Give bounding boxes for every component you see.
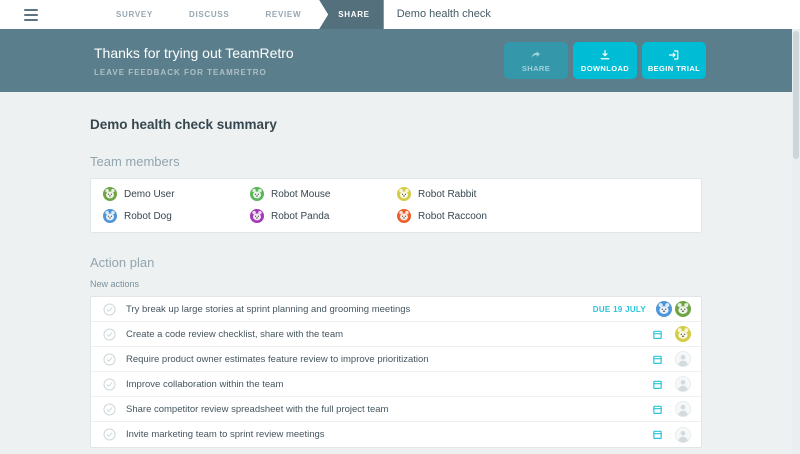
page-title: Demo health check	[397, 0, 491, 29]
action-plan-heading: Action plan	[90, 255, 702, 270]
demo-user-avatar-icon	[675, 301, 691, 317]
action-text: Try break up large stories at sprint pla…	[126, 304, 593, 315]
calendar-icon[interactable]	[652, 354, 663, 365]
action-text: Improve collaboration within the team	[126, 379, 652, 390]
robot-rabbit-avatar-icon	[675, 326, 691, 342]
team-member: Robot Raccoon	[397, 209, 544, 223]
nav-tabs: SURVEY DISCUSS REVIEW SHARE	[98, 0, 384, 29]
robot-dog-avatar-icon	[103, 209, 117, 223]
tab-review[interactable]: REVIEW	[247, 0, 319, 29]
action-assignees	[672, 351, 691, 367]
member-name: Demo User	[124, 189, 175, 200]
begin-trial-button-label: BEGIN TRIAL	[648, 64, 700, 73]
action-row[interactable]: Share competitor review spreadsheet with…	[91, 397, 701, 422]
tab-discuss[interactable]: DISCUSS	[171, 0, 247, 29]
unassigned-avatar-icon[interactable]	[675, 427, 691, 443]
calendar-icon[interactable]	[652, 429, 663, 440]
action-assignees	[672, 376, 691, 392]
demo-user-avatar-icon	[103, 187, 117, 201]
download-button-label: DOWNLOAD	[581, 64, 629, 73]
share-button-label: SHARE	[522, 64, 550, 73]
team-member: Demo User	[103, 187, 250, 201]
robot-mouse-avatar-icon	[250, 187, 264, 201]
robot-rabbit-avatar-icon	[397, 187, 411, 201]
check-circle-icon[interactable]	[103, 428, 116, 441]
unassigned-avatar-icon[interactable]	[675, 401, 691, 417]
action-assignees	[672, 326, 691, 342]
team-member: Robot Rabbit	[397, 187, 544, 201]
robot-raccoon-avatar-icon	[397, 209, 411, 223]
begin-trial-button[interactable]: BEGIN TRIAL	[642, 42, 706, 79]
check-circle-icon[interactable]	[103, 303, 116, 316]
action-row[interactable]: Create a code review checklist, share wi…	[91, 322, 701, 347]
action-text: Invite marketing team to sprint review m…	[126, 429, 652, 440]
share-button[interactable]: SHARE	[504, 42, 568, 79]
robot-panda-avatar-icon	[250, 209, 264, 223]
action-text: Share competitor review spreadsheet with…	[126, 404, 652, 415]
team-members-card: Demo User Robot Mouse Robot Rabbit	[90, 178, 702, 233]
unassigned-avatar-icon[interactable]	[675, 376, 691, 392]
team-member: Robot Dog	[103, 209, 250, 223]
scrollbar-thumb[interactable]	[793, 31, 799, 159]
new-actions-label: New actions	[90, 279, 702, 289]
banner-title: Thanks for trying out TeamRetro	[94, 45, 294, 61]
check-circle-icon[interactable]	[103, 328, 116, 341]
check-circle-icon[interactable]	[103, 353, 116, 366]
robot-dog-avatar-icon	[656, 301, 672, 317]
top-bar: SURVEY DISCUSS REVIEW SHARE Demo health …	[0, 0, 800, 29]
action-list: Try break up large stories at sprint pla…	[90, 296, 702, 448]
scrollbar[interactable]	[792, 29, 800, 454]
action-row[interactable]: Improve collaboration within the team	[91, 372, 701, 397]
action-row[interactable]: Invite marketing team to sprint review m…	[91, 422, 701, 447]
check-circle-icon[interactable]	[103, 378, 116, 391]
check-circle-icon[interactable]	[103, 403, 116, 416]
member-name: Robot Raccoon	[418, 211, 487, 222]
share-icon	[530, 49, 542, 61]
action-assignees	[672, 401, 691, 417]
action-assignees	[672, 427, 691, 443]
feedback-link[interactable]: LEAVE FEEDBACK FOR TEAMRETRO	[94, 68, 294, 77]
unassigned-avatar-icon[interactable]	[675, 351, 691, 367]
tab-survey[interactable]: SURVEY	[98, 0, 171, 29]
banner-text: Thanks for trying out TeamRetro LEAVE FE…	[94, 45, 294, 77]
banner-buttons: SHARE DOWNLOAD BEGIN TRIAL	[504, 42, 706, 79]
main-content: Demo health check summary Team members D…	[0, 92, 792, 454]
begin-trial-icon	[668, 49, 680, 61]
action-row[interactable]: Require product owner estimates feature …	[91, 347, 701, 372]
member-name: Robot Mouse	[271, 189, 330, 200]
team-member: Robot Panda	[250, 209, 397, 223]
download-icon	[599, 49, 611, 61]
action-text: Require product owner estimates feature …	[126, 354, 652, 365]
due-date-label: DUE 19 JULY	[593, 305, 646, 314]
member-name: Robot Panda	[271, 211, 329, 222]
summary-title: Demo health check summary	[90, 92, 702, 132]
action-assignees	[653, 301, 691, 317]
hamburger-menu-icon[interactable]	[24, 0, 38, 29]
trial-banner: Thanks for trying out TeamRetro LEAVE FE…	[0, 29, 800, 92]
action-text: Create a code review checklist, share wi…	[126, 329, 652, 340]
team-member: Robot Mouse	[250, 187, 397, 201]
member-name: Robot Dog	[124, 211, 172, 222]
tab-share[interactable]: SHARE	[319, 0, 384, 29]
member-name: Robot Rabbit	[418, 189, 476, 200]
calendar-icon[interactable]	[652, 329, 663, 340]
calendar-icon[interactable]	[652, 379, 663, 390]
action-row[interactable]: Try break up large stories at sprint pla…	[91, 297, 701, 322]
calendar-icon[interactable]	[652, 404, 663, 415]
team-members-heading: Team members	[90, 154, 702, 169]
download-button[interactable]: DOWNLOAD	[573, 42, 637, 79]
